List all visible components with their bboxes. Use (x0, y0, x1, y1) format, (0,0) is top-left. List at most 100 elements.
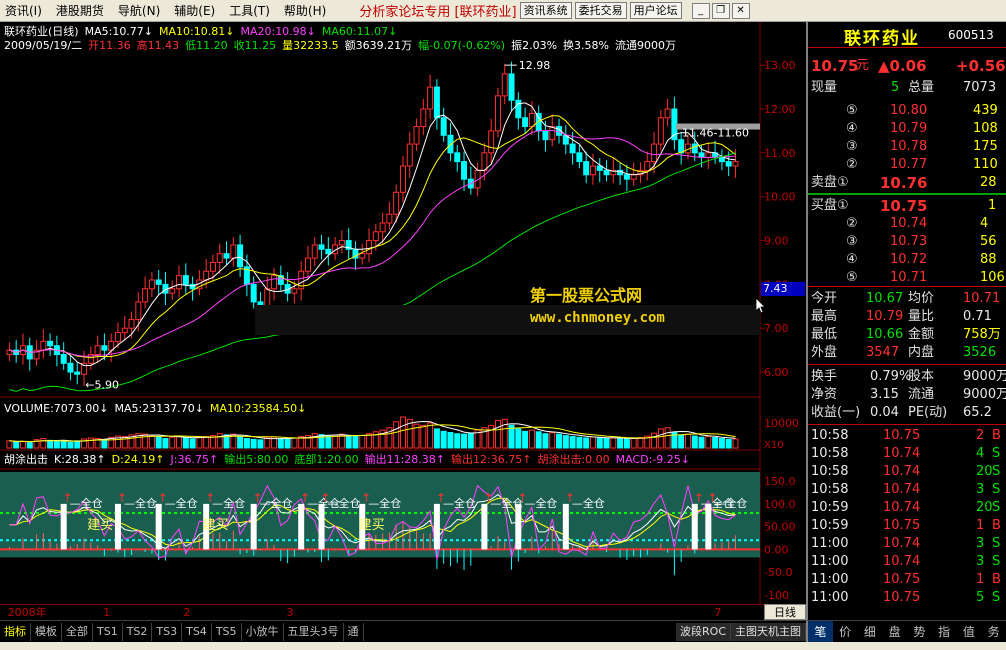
period-button[interactable]: 日线 (764, 604, 806, 620)
quote-cell: 最低 (811, 327, 838, 342)
quote-tab[interactable]: 势 (907, 621, 932, 642)
volume-bar (101, 439, 108, 449)
quote-cell: ④ (846, 121, 858, 136)
quote-cell: 758万 (963, 327, 1001, 342)
restore-icon[interactable]: ❐ (711, 2, 730, 19)
menu-info[interactable]: 资讯(I) (0, 2, 49, 19)
quote-cell: 9000万 (963, 369, 1006, 384)
candle-body (325, 248, 332, 255)
forum-button[interactable]: 用户论坛 (629, 2, 682, 19)
candle-body (47, 340, 54, 347)
close-icon[interactable]: ✕ (731, 2, 750, 19)
stat-row: 外盘 3547 内盘 3526 (808, 344, 1006, 362)
menu-help[interactable]: 帮助(H) (277, 2, 333, 19)
full-position-label: —全仓 (572, 496, 605, 510)
x-tick-label: 2008年 (7, 606, 47, 619)
tab-indicator[interactable]: 指标 (0, 622, 31, 641)
volume-bar (26, 442, 33, 449)
menu-tools[interactable]: 工具(T) (222, 2, 277, 19)
volume-bar (182, 437, 189, 449)
tab-ts3[interactable]: TS3 (152, 622, 183, 641)
legend-item: 输出5:80.00 (224, 453, 289, 466)
volume-bar (725, 438, 732, 449)
quote-tab[interactable]: 细 (858, 621, 883, 642)
menu-assist[interactable]: 辅助(E) (167, 2, 222, 19)
ask-row: ② 10.77 110 (808, 156, 1006, 174)
tick-side: S (992, 536, 1001, 551)
indicator-tick-label: 50.00 (764, 521, 796, 534)
legend-item: 胡涂出击 (4, 453, 48, 466)
volume-bar (277, 437, 284, 449)
volume-bar (399, 416, 406, 449)
tab-ts4[interactable]: TS4 (182, 622, 212, 641)
buy-signal-label: 建买 (359, 518, 385, 533)
volume-row: 现量 5 总量 7073 (811, 80, 997, 95)
quote-cell: 收益(一) (811, 405, 861, 420)
legend-item: 联环药业(日线) (4, 25, 79, 38)
volume-bar (250, 438, 257, 449)
candle-body (101, 345, 108, 351)
tick-price: 10.74 (883, 500, 921, 515)
tab-ts5[interactable]: TS5 (212, 622, 242, 641)
volume-bar (637, 437, 644, 449)
tab-main-chart[interactable]: 主图天机主图 (731, 622, 806, 641)
volume-bar (176, 435, 183, 449)
volume-bar (528, 429, 535, 449)
info-system-button[interactable]: 资讯系统 (519, 2, 572, 19)
candle-body (176, 275, 183, 290)
menu-navigate[interactable]: 导航(N) (111, 2, 167, 19)
minimize-icon[interactable]: _ (691, 2, 710, 19)
indicator-legend: 胡涂出击 K:28.38↑ D:24.19↑ J:36.75↑ 输出5:80.00 底部1… (4, 453, 696, 467)
price-change: ▲0.06 (878, 57, 927, 75)
volume-bar (698, 436, 705, 449)
quote-cell: 0.71 (963, 309, 992, 324)
candle-body (522, 117, 529, 128)
volume-bar (732, 438, 739, 449)
bid-price: 10.74 (890, 216, 928, 231)
quote-cell: ⑤ (846, 270, 858, 285)
tick-row: 11:00 10.74 3 S (808, 553, 1006, 571)
quote-cell: 0.04 (870, 405, 899, 420)
legend-item: VOLUME:7073.00↓ (4, 402, 109, 415)
menu-hk-futures[interactable]: 港股期货 (49, 2, 111, 19)
tick-time: 11:00 (811, 590, 849, 605)
tab-wulitou[interactable]: 五里头3号 (284, 622, 344, 641)
volume-bar (610, 437, 617, 449)
quote-tab[interactable]: 价 (833, 621, 858, 642)
signal-column (155, 503, 162, 550)
full-position-label: —全仓 (524, 496, 557, 510)
full-position-label: —全仓 (368, 496, 401, 510)
volume-bar (678, 434, 685, 449)
watermark-brand: 第一股票公式网 (530, 286, 643, 305)
volume-bar (189, 438, 196, 449)
bid-row: ② 10.74 4 (808, 215, 1006, 233)
quote-cell: 65.2 (963, 405, 992, 420)
full-position-label: —全仓 (260, 496, 293, 510)
quote-tab[interactable]: 笔 (808, 621, 833, 642)
x-tick-label: 3 (286, 606, 294, 619)
buy-signal-label: 建买 (203, 518, 229, 533)
tab-all[interactable]: 全部 (62, 622, 93, 641)
quote-tab[interactable]: 盘 (882, 621, 907, 642)
tab-band-roc[interactable]: 波段ROC (676, 622, 731, 641)
tick-price: 10.74 (883, 536, 921, 551)
volume-bar (494, 420, 501, 449)
ask-price: 10.80 (890, 103, 928, 118)
indicator-band (0, 472, 760, 558)
quote-tab[interactable]: 指 (932, 621, 957, 642)
trade-button[interactable]: 委托交易 (574, 2, 627, 19)
tab-template[interactable]: 模板 (31, 622, 62, 641)
tab-ts1[interactable]: TS1 (93, 622, 123, 641)
tick-row: 10:58 10.74 3 S (808, 481, 1006, 499)
legend-item: 收11.25 (233, 39, 277, 52)
tab-xiaofangniu[interactable]: 小放牛 (242, 622, 284, 641)
quote-tab[interactable]: 值 (957, 621, 982, 642)
tab-tong[interactable]: 通 (344, 622, 364, 641)
volume-bar (705, 436, 712, 449)
quote-tab[interactable]: 务 (981, 621, 1006, 642)
tab-ts2[interactable]: TS2 (123, 622, 153, 641)
range-label: 11.46-11.60 (682, 127, 749, 140)
candle-body (549, 126, 556, 141)
volume-bar (630, 437, 637, 449)
chart-area[interactable]: 13.0012.0011.0010.009.008.007.006.0012.9… (0, 22, 806, 604)
